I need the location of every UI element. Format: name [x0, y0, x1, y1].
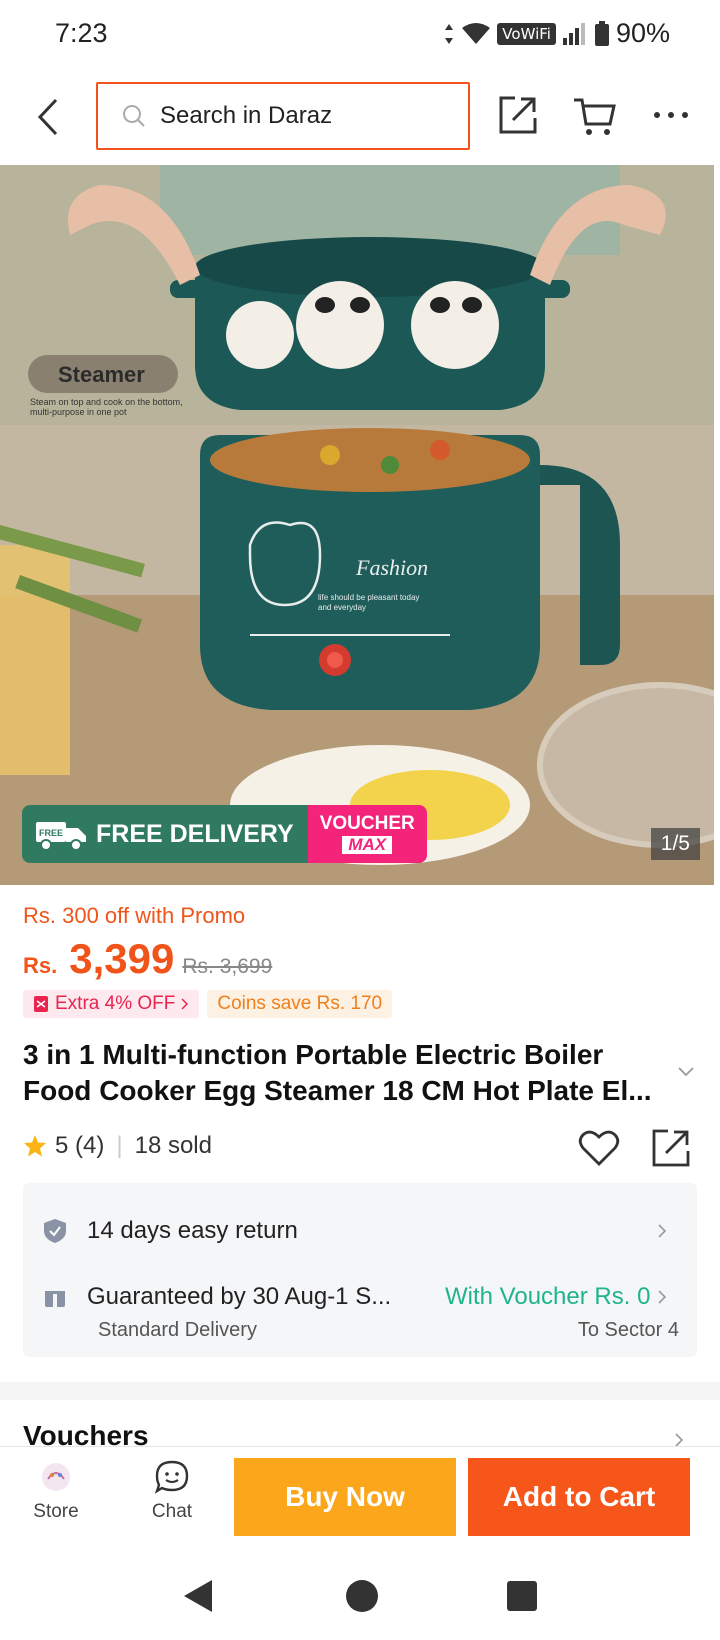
store-label: Store [33, 1501, 79, 1522]
share-icon[interactable] [650, 1127, 692, 1169]
status-bar: 7:23 VoWiFi 90% [0, 0, 720, 70]
voucher-label: VOUCHER [319, 813, 415, 834]
chevron-right-icon [658, 1290, 667, 1304]
chat-button[interactable]: Chat [132, 1457, 212, 1523]
pot-brand: Fashion [356, 555, 429, 580]
chevron-right-icon [181, 998, 189, 1010]
coupon-icon [34, 996, 48, 1012]
cart-icon[interactable] [572, 92, 618, 138]
extra-off-tag[interactable]: Extra 4% OFF [23, 990, 200, 1018]
signal-icon [562, 22, 585, 45]
nav-back-icon[interactable] [176, 1574, 220, 1618]
voucher-max-label: MAX [342, 836, 393, 854]
product-title: 3 in 1 Multi-function Portable Electric … [23, 1039, 652, 1106]
delivery-voucher-label: With Voucher Rs. 0 [445, 1283, 651, 1310]
delivery-destination: To Sector 4 [577, 1319, 679, 1341]
price-row: Rs. 3,399 Rs. 3,699 [23, 935, 272, 983]
store-button[interactable]: Store [16, 1457, 96, 1523]
divider: | [116, 1132, 123, 1159]
rating-row[interactable]: 5 (4) | 18 sold [23, 1132, 212, 1160]
system-nav-bar [0, 1554, 720, 1640]
rating-value: 5 (4) [55, 1132, 105, 1159]
search-input[interactable]: Search in Daraz [96, 82, 470, 150]
image-counter: 1/5 [650, 828, 700, 860]
status-icons: VoWiFi 90% [443, 18, 670, 49]
promo-discount-text: Rs. 300 off with Promo [23, 903, 246, 928]
share-icon[interactable] [495, 92, 541, 138]
nav-recents-icon[interactable] [500, 1574, 544, 1618]
price-currency: Rs. [23, 953, 58, 978]
chevron-down-icon[interactable] [676, 1062, 696, 1082]
status-time: 7:23 [55, 18, 108, 48]
wishlist-heart-icon[interactable] [578, 1127, 620, 1169]
section-divider [0, 1382, 720, 1400]
add-to-cart-button[interactable]: Add to Cart [468, 1458, 690, 1536]
star-icon [24, 1135, 46, 1157]
delivery-truck-icon: FREE [36, 822, 86, 851]
discount-tags: Extra 4% OFF Coins save Rs. 170 [23, 990, 393, 1018]
nav-home-icon[interactable] [340, 1574, 384, 1618]
more-icon[interactable] [648, 92, 694, 138]
service-info-box: 14 days easy return Guaranteed by 30 Aug… [23, 1183, 697, 1357]
back-arrow-icon[interactable] [30, 92, 70, 142]
chevron-right-icon [658, 1224, 667, 1238]
chat-label: Chat [151, 1501, 193, 1522]
easy-return-label: 14 days easy return [87, 1217, 298, 1244]
sold-count: 18 sold [134, 1132, 212, 1159]
free-delivery-label: FREE DELIVERY [96, 819, 294, 848]
search-icon [123, 105, 145, 127]
free-delivery-badge: FREE FREE DELIVERY [22, 805, 308, 863]
search-placeholder: Search in Daraz [160, 102, 333, 129]
steamer-subcaption: Steam on top and cook on the bottom, mul… [30, 397, 183, 417]
current-price: 3,399 [69, 935, 175, 982]
delivery-row[interactable]: Guaranteed by 30 Aug-1 S... With Voucher… [43, 1283, 683, 1311]
voucher-max-badge: VOUCHER MAX [307, 805, 427, 863]
coins-tag: Coins save Rs. 170 [207, 990, 393, 1018]
wifi-icon [462, 22, 491, 44]
buy-now-button[interactable]: Buy Now [234, 1458, 456, 1536]
package-icon [45, 1287, 65, 1307]
bottom-action-bar: Store Chat Buy Now Add to Cart [0, 1446, 720, 1554]
data-arrows-icon [445, 23, 454, 44]
steamer-caption: Steamer [58, 362, 145, 387]
shield-check-icon [44, 1219, 66, 1243]
pot-slogan: life should be pleasant today and everyd… [318, 593, 420, 612]
free-delivery-voucher-banner: FREE FREE DELIVERY VOUCHER MAX [22, 805, 427, 863]
truck-free-text: FREE [39, 828, 63, 838]
original-price: Rs. 3,699 [182, 955, 273, 978]
battery-icon [594, 20, 609, 46]
chat-icon [154, 1460, 189, 1494]
chevron-right-icon[interactable] [672, 1433, 686, 1447]
product-photo [0, 165, 714, 885]
product-image-gallery[interactable]: Steamer Steam on top and cook on the bot… [0, 165, 714, 885]
delivery-type: Standard Delivery [98, 1319, 257, 1341]
extra-off-label: Extra 4% OFF [55, 993, 176, 1014]
top-header: Search in Daraz [0, 70, 720, 165]
vowifi-badge: VoWiFi [497, 22, 556, 45]
easy-return-row[interactable]: 14 days easy return [43, 1217, 683, 1245]
store-logo-icon [42, 1463, 70, 1491]
battery-level: 90% [615, 18, 670, 48]
delivery-guarantee-label: Guaranteed by 30 Aug-1 S... [87, 1283, 392, 1310]
